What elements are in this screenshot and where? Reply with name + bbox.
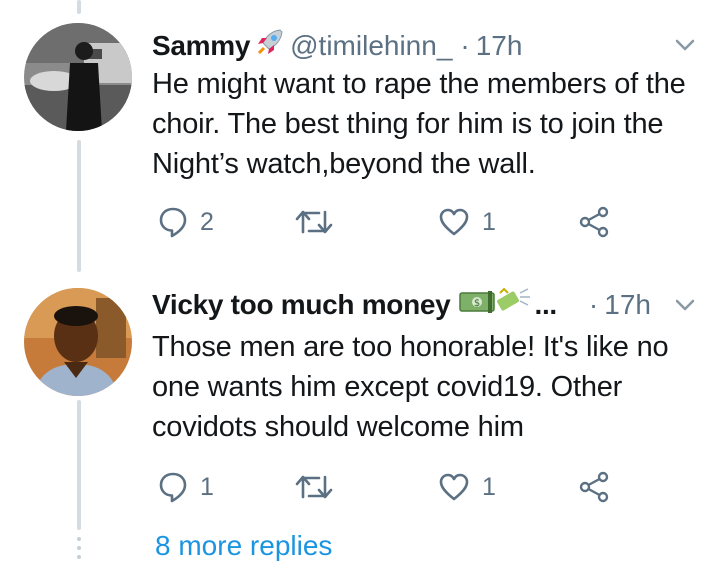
- reply-icon: [159, 472, 187, 503]
- timestamp[interactable]: 17h: [476, 30, 523, 62]
- author-handle[interactable]: @timilehinn_: [290, 30, 452, 62]
- retweet-button[interactable]: [295, 208, 333, 236]
- retweet-button[interactable]: [295, 473, 333, 501]
- reply-count: 2: [200, 207, 214, 236]
- share-icon: [579, 471, 609, 503]
- retweet-icon: [295, 210, 333, 234]
- money-emojis-icon: $: [458, 285, 532, 324]
- avatar[interactable]: [24, 23, 132, 131]
- separator: ·: [588, 288, 599, 320]
- reply-header: Vicky too much money $ ... · 17h: [152, 285, 651, 324]
- heart-icon: [439, 473, 469, 501]
- thread-more-dots: [76, 537, 82, 564]
- author-name[interactable]: Vicky too much money: [152, 289, 451, 321]
- chevron-down-icon[interactable]: [675, 38, 695, 57]
- more-replies-link[interactable]: 8 more replies: [155, 530, 332, 562]
- reply-button[interactable]: 1: [158, 471, 214, 503]
- thread-line: [77, 400, 81, 530]
- reply-header: Sammy @timilehinn_ · 17h: [152, 26, 522, 65]
- avatar[interactable]: [24, 288, 132, 396]
- share-icon: [579, 206, 609, 238]
- retweet-icon: [295, 475, 333, 499]
- thread-line: [77, 140, 81, 272]
- like-button[interactable]: 1: [438, 472, 496, 502]
- like-count: 1: [482, 472, 496, 501]
- reply-text: He might want to rape the members of the…: [152, 68, 686, 180]
- separator: ·: [460, 29, 470, 61]
- svg-text:$: $: [474, 298, 480, 309]
- chevron-down-icon[interactable]: [675, 298, 695, 317]
- name-ellipsis: ...: [534, 288, 557, 320]
- share-button[interactable]: [578, 205, 612, 239]
- reply-text: Those men are too honorable! It's like n…: [152, 331, 669, 443]
- reply-count: 1: [200, 472, 214, 501]
- like-count: 1: [482, 207, 496, 236]
- reply-button[interactable]: 2: [158, 206, 214, 238]
- like-button[interactable]: 1: [438, 207, 496, 237]
- heart-icon: [439, 208, 469, 236]
- reply-icon: [159, 207, 187, 238]
- timestamp[interactable]: 17h: [604, 289, 651, 321]
- rocket-emoji-icon: [254, 26, 286, 65]
- share-button[interactable]: [578, 470, 612, 504]
- thread-line: [77, 0, 81, 14]
- author-name[interactable]: Sammy: [152, 30, 250, 62]
